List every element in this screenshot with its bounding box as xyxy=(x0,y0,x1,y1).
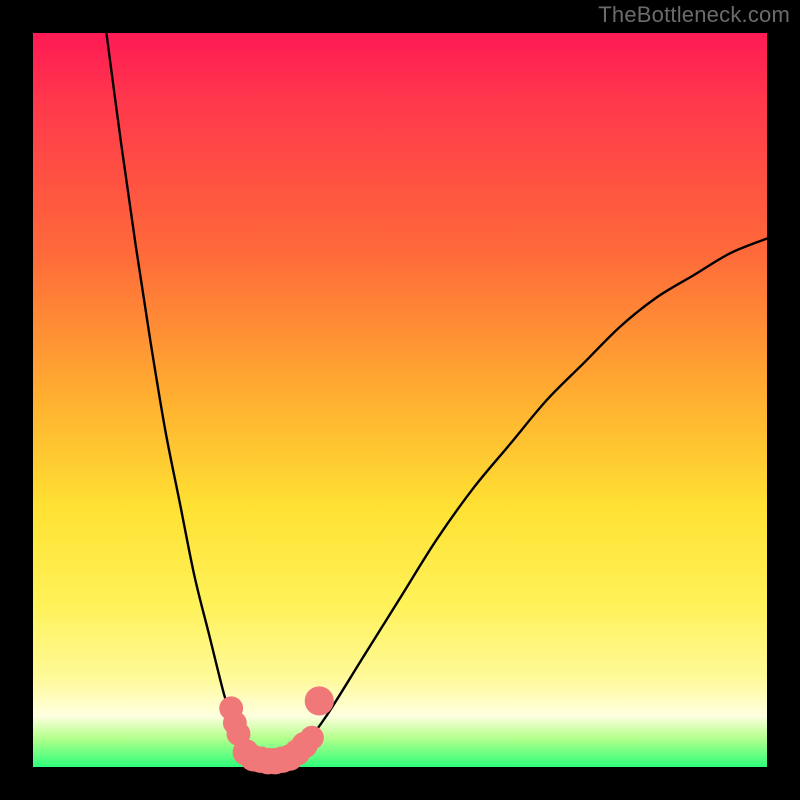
curve-svg xyxy=(33,33,767,767)
marker-point xyxy=(305,686,334,715)
marker-point xyxy=(300,726,324,750)
chart-frame: TheBottleneck.com xyxy=(0,0,800,800)
watermark-text: TheBottleneck.com xyxy=(598,2,790,28)
series-right-branch xyxy=(290,239,767,760)
plot-area xyxy=(33,33,767,767)
series-left-branch xyxy=(106,33,260,760)
